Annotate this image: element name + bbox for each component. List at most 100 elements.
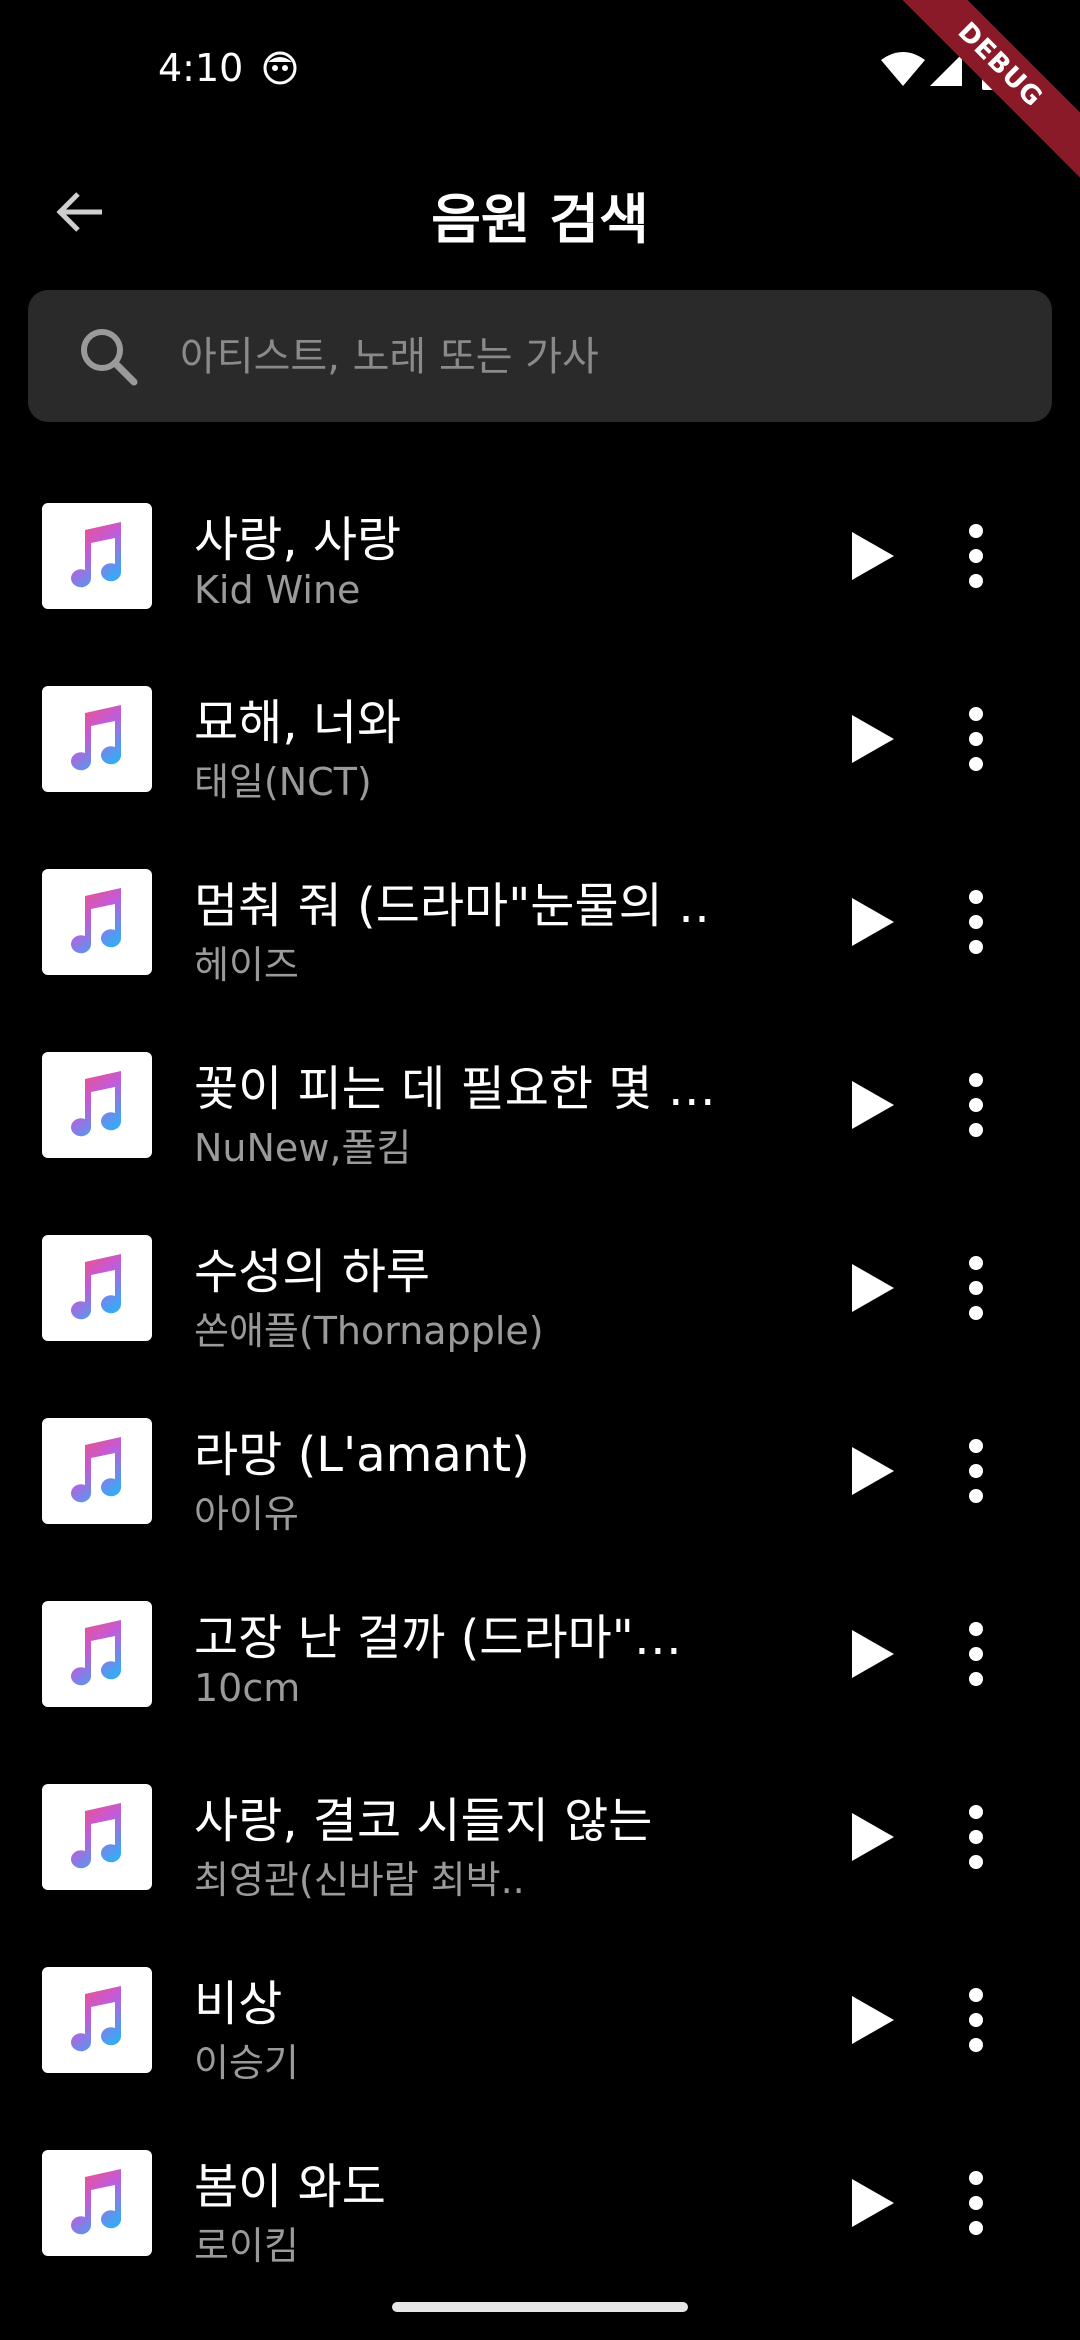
more-vert-icon: [969, 2171, 983, 2235]
play-button[interactable]: [830, 882, 910, 962]
more-options-button[interactable]: [936, 516, 1016, 596]
album-art: [42, 1784, 152, 1890]
song-artist: Kid Wine: [194, 568, 361, 612]
more-options-button[interactable]: [936, 1614, 1016, 1694]
play-button[interactable]: [830, 1797, 910, 1877]
song-artist: 쏜애플(Thornapple): [194, 1309, 544, 1353]
play-button[interactable]: [830, 2163, 910, 2243]
music-note-icon: [57, 516, 137, 596]
music-note-icon: [57, 1248, 137, 1328]
play-icon: [852, 898, 894, 946]
song-title: 봄이 와도: [194, 2159, 386, 2215]
more-vert-icon: [969, 890, 983, 954]
signal-icon: [930, 54, 962, 86]
play-icon: [852, 532, 894, 580]
play-button[interactable]: [830, 1248, 910, 1328]
music-note-icon: [57, 699, 137, 779]
song-artist: 태일(NCT): [194, 760, 372, 804]
play-icon: [852, 1081, 894, 1129]
play-button[interactable]: [830, 516, 910, 596]
more-options-button[interactable]: [936, 2163, 1016, 2243]
wifi-icon: [881, 52, 925, 86]
list-item[interactable]: 멈춰 줘 (드라마"눈물의 … 헤이즈: [0, 836, 1080, 1019]
song-title: 사랑, 결코 시들지 않는: [194, 1793, 653, 1849]
play-icon: [852, 1264, 894, 1312]
list-item[interactable]: 사랑, 결코 시들지 않는 최영관(신바람 최박..: [0, 1751, 1080, 1934]
more-vert-icon: [969, 1439, 983, 1503]
album-art: [42, 1052, 152, 1158]
notification-icon: [263, 51, 297, 85]
play-button[interactable]: [830, 1614, 910, 1694]
song-title: 수성의 하루: [194, 1244, 431, 1300]
more-options-button[interactable]: [936, 1248, 1016, 1328]
album-art: [42, 503, 152, 609]
list-item[interactable]: 고장 난 걸까 (드라마"… 10cm: [0, 1568, 1080, 1751]
page-title: 음원 검색: [431, 188, 649, 251]
song-artist: NuNew,폴킴: [194, 1126, 412, 1170]
list-item[interactable]: 묘해, 너와 태일(NCT): [0, 653, 1080, 836]
list-item[interactable]: 수성의 하루 쏜애플(Thornapple): [0, 1202, 1080, 1385]
play-icon: [852, 1813, 894, 1861]
song-artist: 로이킴: [194, 2224, 299, 2268]
search-bar[interactable]: [28, 290, 1052, 422]
status-bar: 4:10 DEBUG: [0, 0, 1080, 188]
play-icon: [852, 715, 894, 763]
debug-banner: DEBUG: [877, 0, 1080, 188]
song-title: 고장 난 걸까 (드라마"…: [194, 1610, 682, 1666]
music-note-icon: [57, 1797, 137, 1877]
more-options-button[interactable]: [936, 1797, 1016, 1877]
music-note-icon: [57, 2163, 137, 2243]
music-note-icon: [57, 1431, 137, 1511]
song-title: 꽃이 피는 데 필요한 몇 …: [194, 1061, 714, 1117]
more-options-button[interactable]: [936, 1980, 1016, 2060]
play-button[interactable]: [830, 1431, 910, 1511]
play-button[interactable]: [830, 1065, 910, 1145]
music-note-icon: [57, 1065, 137, 1145]
song-title: 묘해, 너와: [194, 695, 402, 751]
album-art: [42, 1601, 152, 1707]
song-title: 라망 (L'amant): [194, 1427, 530, 1483]
song-artist: 최영관(신바람 최박..: [194, 1858, 525, 1902]
album-art: [42, 2150, 152, 2256]
more-options-button[interactable]: [936, 1431, 1016, 1511]
song-artist: 이승기: [194, 2041, 299, 2085]
list-item[interactable]: 사랑, 사랑 Kid Wine: [0, 470, 1080, 653]
more-options-button[interactable]: [936, 699, 1016, 779]
album-art: [42, 686, 152, 792]
play-button[interactable]: [830, 699, 910, 779]
song-title: 비상: [194, 1976, 283, 2032]
music-note-icon: [57, 882, 137, 962]
play-button[interactable]: [830, 1980, 910, 2060]
status-time: 4:10: [158, 46, 244, 90]
more-vert-icon: [969, 1256, 983, 1320]
more-options-button[interactable]: [936, 1065, 1016, 1145]
album-art: [42, 1418, 152, 1524]
song-title: 멈춰 줘 (드라마"눈물의 …: [194, 878, 714, 934]
album-art: [42, 1235, 152, 1341]
list-item[interactable]: 비상 이승기: [0, 1934, 1080, 2117]
home-indicator[interactable]: [392, 2302, 688, 2312]
list-item[interactable]: 라망 (L'amant) 아이유: [0, 1385, 1080, 1568]
more-vert-icon: [969, 524, 983, 588]
play-icon: [852, 1996, 894, 2044]
more-vert-icon: [969, 1988, 983, 2052]
list-item[interactable]: 봄이 와도 로이킴: [0, 2117, 1080, 2300]
more-options-button[interactable]: [936, 882, 1016, 962]
more-vert-icon: [969, 1805, 983, 1869]
more-vert-icon: [969, 1622, 983, 1686]
song-artist: 10cm: [194, 1666, 301, 1710]
album-art: [42, 869, 152, 975]
album-art: [42, 1967, 152, 2073]
list-item[interactable]: 꽃이 피는 데 필요한 몇 … NuNew,폴킴: [0, 1019, 1080, 1202]
play-icon: [852, 2179, 894, 2227]
song-title: 사랑, 사랑: [194, 512, 402, 568]
music-note-icon: [57, 1614, 137, 1694]
music-note-icon: [57, 1980, 137, 2060]
play-icon: [852, 1447, 894, 1495]
song-artist: 아이유: [194, 1492, 299, 1536]
more-vert-icon: [969, 707, 983, 771]
song-artist: 헤이즈: [194, 943, 299, 987]
more-vert-icon: [969, 1073, 983, 1137]
search-icon: [81, 329, 138, 386]
search-input[interactable]: [178, 320, 1022, 394]
